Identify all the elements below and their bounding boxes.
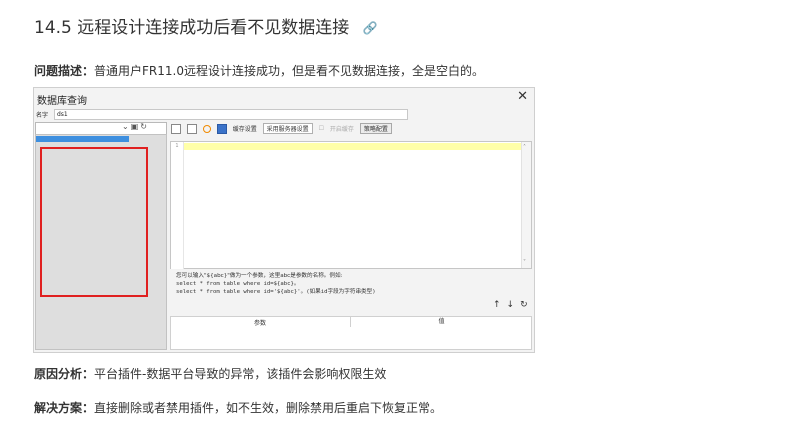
- server-setting-select[interactable]: 采用服务器设置: [262, 123, 313, 134]
- hint-line-3: select * from table where id='${abc}'。(如…: [176, 289, 376, 295]
- circle-icon[interactable]: [202, 124, 211, 133]
- name-input[interactable]: ds1: [54, 109, 408, 120]
- name-row: 名字 ds1: [36, 109, 408, 120]
- preview-icon[interactable]: ▣: [131, 122, 141, 131]
- advanced-config-button[interactable]: 策略配置: [359, 123, 392, 134]
- refresh-icon[interactable]: ↻: [520, 300, 534, 310]
- cause-text: 平台插件-数据平台导致的异常，该插件会影响权限生效: [94, 367, 387, 381]
- vertical-scrollbar[interactable]: ˄ ˅: [521, 142, 531, 268]
- embedded-screenshot: 数据库查询 ✕ 名字 ds1 ⌄▣↻ 缓存设置 采用服务器设置 ☐ 开启缓存 策…: [33, 87, 535, 353]
- arrow-up-icon[interactable]: ↑: [493, 300, 507, 310]
- selected-connection-row[interactable]: [36, 136, 129, 142]
- refresh-icon[interactable]: ↻: [140, 122, 149, 131]
- solution-text: 直接删除或者禁用插件，如不生效，删除禁用后重启下恢复正常。: [94, 401, 443, 415]
- dialog-title: 数据库查询: [37, 96, 87, 107]
- heading-text: 14.5 远程设计连接成功后看不见数据连接: [34, 18, 350, 38]
- line-number: 1: [175, 143, 179, 149]
- enable-cache-checkbox[interactable]: ☐: [319, 125, 324, 132]
- sql-editor[interactable]: 1 ˄ ˅: [170, 141, 532, 269]
- cache-setting-label: 缓存设置: [232, 126, 257, 133]
- problem-paragraph: 问题描述：普通用户FR11.0远程设计连接成功，但是看不见数据连接，全是空白的。: [34, 62, 484, 79]
- value-column-header: 值: [350, 317, 532, 327]
- problem-text: 普通用户FR11.0远程设计连接成功，但是看不见数据连接，全是空白的。: [94, 64, 484, 78]
- param-table-actions: ↑↓↻: [493, 300, 534, 310]
- name-label: 名字: [36, 112, 49, 119]
- highlight-box: [40, 147, 148, 297]
- param-table-body: [170, 327, 532, 350]
- hint-line-1: 您可以输入"${abc}"做为一个参数，这里abc是参数的名称。例如:: [176, 273, 343, 279]
- scroll-down-icon[interactable]: ˅: [523, 259, 526, 266]
- arrow-down-icon[interactable]: ↓: [507, 300, 521, 310]
- chevron-down-icon[interactable]: ⌄: [122, 122, 131, 131]
- cause-label: 原因分析：: [34, 367, 95, 381]
- enable-cache-label: 开启缓存: [329, 126, 354, 133]
- anchor-link-icon[interactable]: 🔗: [363, 21, 378, 35]
- scroll-up-icon[interactable]: ˄: [523, 144, 526, 151]
- left-toolbar-icons: ⌄▣↻: [122, 122, 149, 131]
- solution-label: 解决方案：: [34, 401, 95, 415]
- solution-paragraph: 解决方案：直接删除或者禁用插件，如不生效，删除禁用后重启下恢复正常。: [34, 399, 442, 416]
- section-heading: 14.5 远程设计连接成功后看不见数据连接 🔗: [34, 13, 378, 38]
- cause-paragraph: 原因分析：平台插件-数据平台导致的异常，该插件会影响权限生效: [34, 365, 386, 382]
- param-column-header: 参数: [253, 320, 266, 327]
- parameter-hint: 您可以输入"${abc}"做为一个参数，这里abc是参数的名称。例如: sele…: [176, 272, 376, 296]
- cache-checkbox[interactable]: [216, 123, 227, 134]
- close-icon[interactable]: ✕: [517, 89, 528, 104]
- new-file-icon[interactable]: [171, 123, 181, 134]
- line-number-gutter: 1: [171, 142, 184, 269]
- save-icon[interactable]: [186, 123, 197, 134]
- current-line-highlight: [184, 143, 521, 150]
- problem-label: 问题描述：: [34, 64, 95, 78]
- hint-line-2: select * from table where id=${abc}。: [176, 281, 300, 287]
- editor-toolbar: 缓存设置 采用服务器设置 ☐ 开启缓存 策略配置: [171, 123, 396, 135]
